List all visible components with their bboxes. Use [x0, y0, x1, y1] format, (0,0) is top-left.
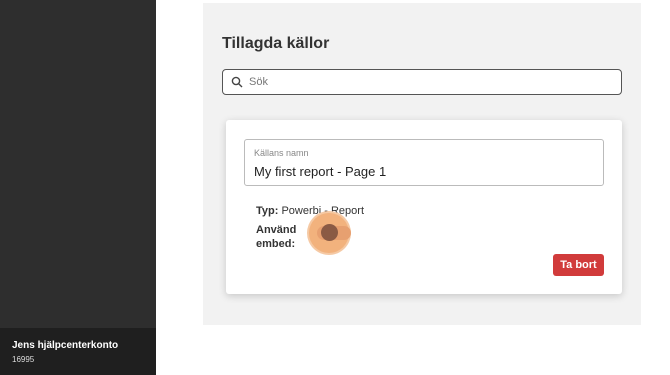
embed-toggle-thumb[interactable]	[321, 224, 338, 241]
source-name-value[interactable]: My first report - Page 1	[254, 164, 386, 179]
embed-label: Använd embed:	[256, 224, 297, 250]
added-sources-panel: Tillagda källor Källans namn My first re…	[203, 3, 641, 325]
search-input[interactable]	[247, 71, 611, 93]
source-type: Typ: Powerbi - Report	[256, 205, 364, 217]
source-card: Källans namn My first report - Page 1 Ty…	[226, 120, 622, 294]
sidebar: Jens hjälpcenterkonto 16995	[0, 0, 156, 375]
panel-title: Tillagda källor	[222, 35, 330, 52]
account-info[interactable]: Jens hjälpcenterkonto 16995	[0, 328, 156, 375]
source-type-label: Typ:	[256, 205, 279, 217]
delete-button[interactable]: Ta bort	[553, 254, 604, 276]
search-box[interactable]	[222, 69, 622, 95]
search-icon	[231, 76, 243, 88]
source-name-label: Källans namn	[254, 148, 309, 158]
source-name-field[interactable]: Källans namn My first report - Page 1	[244, 139, 604, 186]
account-id: 16995	[12, 355, 35, 364]
account-name: Jens hjälpcenterkonto	[12, 340, 119, 351]
